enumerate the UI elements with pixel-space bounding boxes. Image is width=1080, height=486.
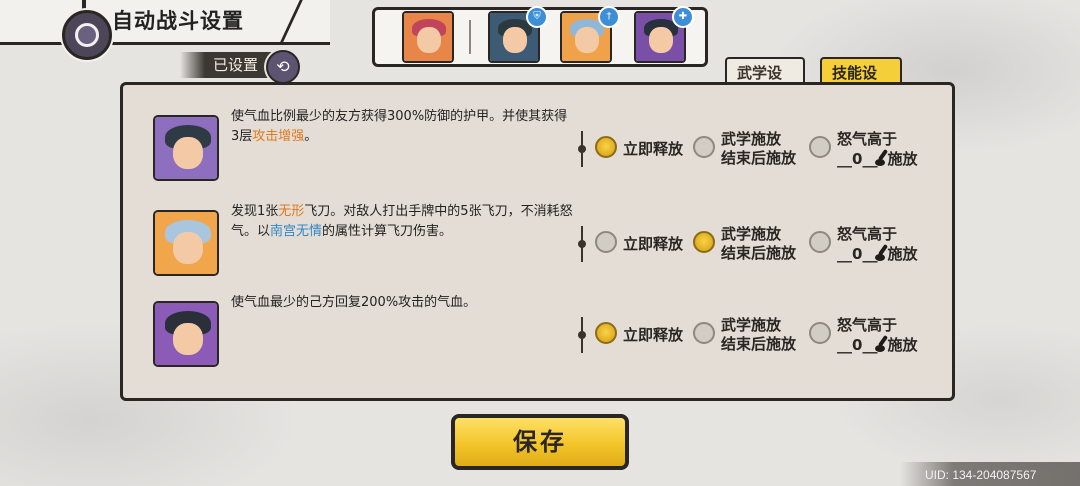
skill-description-text: 使气血最少的己方回复200%攻击的气血。 xyxy=(231,295,477,310)
skill-row: 使气血比例最少的友方获得300%防御的护甲。并使其获得3层攻击增强。立即释放 武学… xyxy=(123,85,952,181)
rage-threshold-value[interactable]: 0 xyxy=(852,150,862,168)
brush-edit-icon[interactable] xyxy=(875,335,889,353)
sword-icon: † xyxy=(598,6,620,28)
radio-after-martial[interactable] xyxy=(693,231,715,253)
option-immediate-label: 立即释放 xyxy=(623,140,684,158)
portrait-face xyxy=(173,232,203,264)
radio-after-martial[interactable] xyxy=(693,322,715,344)
back-icon[interactable] xyxy=(62,10,112,60)
radio-rage-threshold[interactable] xyxy=(809,136,831,158)
options-divider-dot xyxy=(578,331,586,339)
skill-description: 使气血最少的己方回复200%攻击的气血。 xyxy=(231,293,573,313)
hero-face xyxy=(649,27,673,53)
option-rage-line1: 怒气高于 xyxy=(837,130,898,148)
option-rage-line1: 怒气高于 xyxy=(837,316,898,334)
skill-description-text: 攻击增强 xyxy=(252,129,305,144)
radio-immediate[interactable] xyxy=(595,322,617,344)
skill-row: 发现1张无形飞刀。对敌人打出手牌中的5张飞刀，不消耗怒气。以南宫无情的属性计算飞… xyxy=(123,180,952,276)
heal-icon: ✚ xyxy=(672,6,694,28)
skill-hero-portrait xyxy=(153,301,219,367)
option-after-martial-line1: 武学施放 xyxy=(721,316,782,334)
rage-cast-label: 施放 xyxy=(887,245,918,263)
cast-timing-options: 立即释放 武学施放 结束后施放 怒气高于 __0__ 施放 xyxy=(578,313,951,357)
refresh-icon[interactable]: ⟲ xyxy=(266,50,300,84)
option-after-martial-line1: 武学施放 xyxy=(721,225,782,243)
skill-settings-panel: 使气血比例最少的友方获得300%防御的护甲。并使其获得3层攻击增强。 立即释放 武学… xyxy=(120,82,955,401)
cast-timing-options: 立即释放 武学施放 结束后施放 怒气高于 __0__ 施放 xyxy=(578,127,951,171)
option-rage-line2: __0__ 施放 xyxy=(837,244,917,263)
tab-skill-settings[interactable]: 技能设定 xyxy=(820,57,902,110)
radio-after-martial[interactable] xyxy=(693,136,715,158)
brush-edit-icon[interactable] xyxy=(875,149,889,167)
option-after-martial-line2: 结束后施放 xyxy=(721,335,797,353)
skill-description-text: 南宫无情 xyxy=(270,224,323,239)
radio-rage-threshold[interactable] xyxy=(809,322,831,344)
options-divider-dot xyxy=(578,240,586,248)
portrait-face xyxy=(173,323,203,355)
skill-description: 发现1张无形飞刀。对敌人打出手牌中的5张飞刀，不消耗怒气。以南宫无情的属性计算飞… xyxy=(231,202,573,242)
rage-threshold-value[interactable]: 0 xyxy=(852,245,862,263)
hero-avatar-1[interactable] xyxy=(402,11,454,63)
option-rage-line2: __0__ 施放 xyxy=(837,335,917,354)
rage-cast-label: 施放 xyxy=(887,150,918,168)
radio-rage-threshold[interactable] xyxy=(809,231,831,253)
option-rage-line2: __0__ 施放 xyxy=(837,149,917,168)
already-set-label: 已设置 xyxy=(180,52,280,78)
option-rage-line1: 怒气高于 xyxy=(837,225,898,243)
option-immediate-label: 立即释放 xyxy=(623,326,684,344)
back-icon-inner xyxy=(75,23,99,47)
team-divider xyxy=(469,20,471,54)
skill-description-text: 的属性计算飞刀伤害。 xyxy=(322,224,453,239)
option-after-martial-line2: 结束后施放 xyxy=(721,149,797,167)
rage-threshold-value[interactable]: 0 xyxy=(852,336,862,354)
hero-face xyxy=(575,27,599,53)
portrait-face xyxy=(173,137,203,169)
option-immediate-label: 立即释放 xyxy=(623,235,684,253)
brush-edit-icon[interactable] xyxy=(875,244,889,262)
radio-immediate[interactable] xyxy=(595,136,617,158)
rage-blank-left: __ xyxy=(837,336,852,354)
hero-face xyxy=(503,27,527,53)
save-button[interactable]: 保存 xyxy=(451,414,629,470)
radio-immediate[interactable] xyxy=(595,231,617,253)
rage-blank-left: __ xyxy=(837,245,852,263)
rage-blank-left: __ xyxy=(837,150,852,168)
uid-label: UID: 134-204087567 xyxy=(925,468,1037,482)
option-after-martial-line1: 武学施放 xyxy=(721,130,782,148)
shield-icon: ⛨ xyxy=(526,6,548,28)
skill-description: 使气血比例最少的友方获得300%防御的护甲。并使其获得3层攻击增强。 xyxy=(231,107,573,147)
hero-face xyxy=(417,27,441,53)
tab-martial-settings[interactable]: 武学设定 xyxy=(725,57,805,110)
rage-cast-label: 施放 xyxy=(887,336,918,354)
skill-description-text: 发现1张 xyxy=(231,204,279,219)
page-title: 自动战斗设置 xyxy=(112,9,244,33)
skill-description-text: 。 xyxy=(304,129,318,144)
options-divider-dot xyxy=(578,145,586,153)
skill-row: 使气血最少的己方回复200%攻击的气血。立即释放 武学施放 结束后施放 怒气高于 __0… xyxy=(123,271,952,367)
skill-hero-portrait xyxy=(153,115,219,181)
cast-timing-options: 立即释放 武学施放 结束后施放 怒气高于 __0__ 施放 xyxy=(578,222,951,266)
skill-hero-portrait xyxy=(153,210,219,276)
option-after-martial-line2: 结束后施放 xyxy=(721,244,797,262)
skill-description-text: 无形 xyxy=(278,204,305,219)
